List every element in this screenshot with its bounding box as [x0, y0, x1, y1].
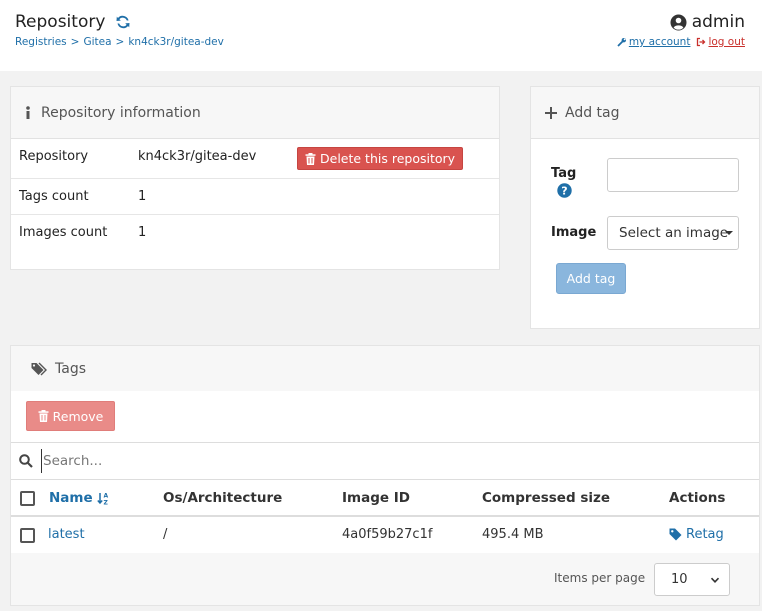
sort-alpha-asc-icon: AZ	[96, 492, 108, 505]
info-row-images-count: Images count 1	[11, 215, 499, 251]
breadcrumb-registries[interactable]: Registries	[15, 36, 67, 48]
info-row-repository: Repository kn4ck3r/gitea-dev Delete this…	[11, 139, 499, 179]
items-per-page-value: 10	[671, 572, 688, 587]
caret-down-icon	[725, 231, 733, 235]
info-label: Repository	[19, 149, 89, 164]
image-select[interactable]: Select an image	[607, 216, 739, 250]
tags-header: Tags	[11, 346, 759, 391]
info-label: Images count	[19, 225, 108, 240]
tags-toolbar: Remove	[11, 391, 759, 443]
repository-information-header: Repository information	[11, 87, 499, 139]
column-header-image-id: Image ID	[342, 490, 410, 506]
my-account-link[interactable]: my account	[617, 36, 691, 48]
top-bar: Repository Registries > Gitea > kn4ck3r/gite…	[0, 0, 762, 71]
retag-link[interactable]: Retag	[669, 527, 724, 545]
info-value: kn4ck3r/gitea-dev	[138, 149, 257, 164]
trash-icon	[305, 152, 316, 165]
breadcrumb-gitea[interactable]: Gitea	[83, 36, 111, 48]
table-header: Name AZ Os/Architecture Image ID Compres…	[11, 480, 759, 517]
tag-icon	[669, 528, 682, 541]
svg-text:A: A	[103, 492, 108, 499]
sign-out-icon	[697, 37, 706, 47]
repository-information-title: Repository information	[41, 104, 201, 121]
table-row: latest / 4a0f59b27c1f 495.4 MB Retag	[11, 517, 759, 553]
items-per-page-select[interactable]: 10	[654, 563, 730, 596]
info-label: Tags count	[19, 189, 89, 204]
my-account-label: my account	[628, 36, 691, 48]
search-icon	[19, 454, 33, 468]
retag-label: Retag	[686, 527, 724, 542]
info-value: 1	[138, 189, 147, 204]
image-field-label: Image	[551, 225, 597, 240]
page-title: Repository	[15, 12, 106, 32]
refresh-icon[interactable]	[114, 13, 132, 31]
items-per-page-label: Items per page	[554, 571, 646, 585]
tag-compressed-size: 495.4 MB	[482, 527, 544, 542]
search-input[interactable]	[41, 449, 741, 473]
tag-input[interactable]	[607, 158, 739, 192]
select-all-checkbox[interactable]	[20, 491, 35, 506]
column-header-compressed-size: Compressed size	[482, 490, 610, 506]
tags-icon	[31, 362, 49, 376]
tag-field-label: Tag	[551, 166, 577, 181]
username: admin	[691, 12, 745, 32]
add-tag-panel: Add tag Tag ? Image Select an image Add …	[530, 86, 760, 329]
add-tag-title: Add tag	[565, 104, 620, 121]
delete-repository-label: Delete this repository	[320, 151, 456, 166]
column-header-name[interactable]: Name AZ	[49, 490, 110, 506]
plus-icon	[545, 106, 557, 119]
column-header-actions: Actions	[669, 490, 726, 506]
trash-icon	[38, 410, 49, 422]
tags-panel: Tags Remove Name AZ Os/Architecture Imag…	[10, 345, 760, 606]
tag-image-id: 4a0f59b27c1f	[342, 527, 433, 542]
info-value: 1	[138, 225, 147, 240]
remove-button-label: Remove	[52, 408, 104, 424]
tag-os-arch: /	[163, 527, 168, 542]
user-menu: admin	[670, 12, 745, 32]
row-checkbox[interactable]	[20, 528, 35, 543]
svg-text:Z: Z	[103, 499, 108, 505]
tag-name-link[interactable]: latest	[48, 527, 85, 542]
search-bar	[11, 442, 759, 480]
breadcrumb: Registries > Gitea > kn4ck3r/gitea-dev	[15, 36, 224, 48]
log-out-label: log out	[708, 36, 745, 48]
remove-button[interactable]: Remove	[26, 401, 115, 431]
log-out-link[interactable]: log out	[696, 36, 745, 48]
tags-title: Tags	[55, 360, 86, 377]
chevron-down-icon	[710, 575, 720, 585]
delete-repository-button[interactable]: Delete this repository	[297, 147, 464, 170]
add-tag-header: Add tag	[531, 87, 759, 139]
repository-information-panel: Repository information Repository kn4ck3…	[10, 86, 500, 270]
breadcrumb-repository[interactable]: kn4ck3r/gitea-dev	[128, 36, 224, 48]
column-header-name-label: Name	[49, 490, 93, 506]
info-icon	[25, 105, 31, 120]
question-circle-icon[interactable]: ?	[557, 183, 572, 198]
add-tag-button[interactable]: Add tag	[556, 263, 626, 294]
info-row-tags-count: Tags count 1	[11, 179, 499, 215]
account-links: my account log out	[617, 36, 745, 48]
image-select-placeholder: Select an image	[619, 225, 729, 241]
add-tag-button-label: Add tag	[566, 271, 616, 286]
breadcrumb-separator: >	[115, 36, 125, 48]
table-footer: Items per page 10	[11, 553, 759, 605]
page-title-wrap: Repository	[15, 12, 132, 32]
column-header-os-arch: Os/Architecture	[163, 490, 283, 506]
svg-text:?: ?	[561, 185, 567, 198]
user-circle-icon	[670, 14, 687, 31]
breadcrumb-separator: >	[70, 36, 80, 48]
wrench-icon	[617, 38, 626, 47]
